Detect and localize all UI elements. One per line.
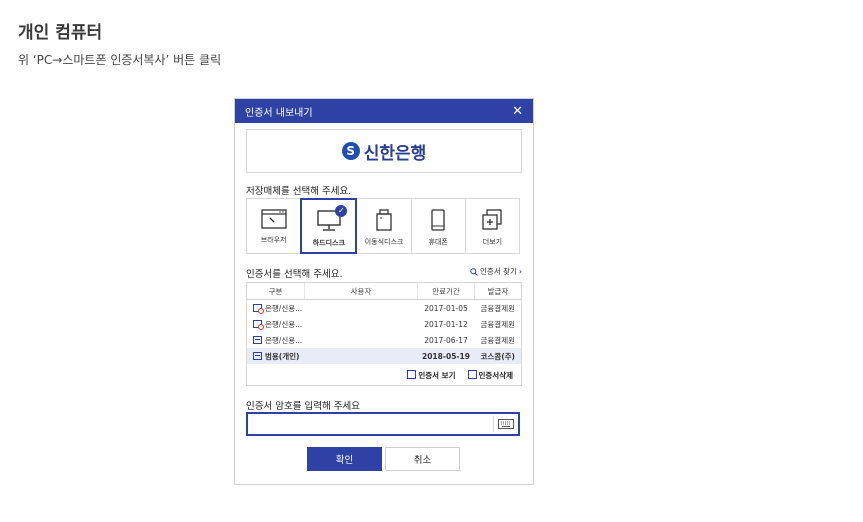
cell-expiry: 2017-06-17 bbox=[424, 335, 468, 345]
cell-issuer: 코스콤(주) bbox=[474, 348, 521, 364]
media-label-removable: 이동식디스크 bbox=[364, 238, 404, 246]
col-header-user: 사용자 bbox=[304, 283, 418, 300]
view-cert-button[interactable]: 인증서 보기 bbox=[407, 370, 456, 381]
view-cert-label: 인증서 보기 bbox=[418, 371, 456, 380]
password-label: 인증서 암호를 입력해 주세요 bbox=[246, 401, 360, 412]
cert-icon bbox=[253, 352, 262, 360]
cert-label: 인증서를 선택해 주세요. bbox=[246, 269, 343, 280]
cert-table: 구분 사용자 만료기간 발급자 은행/신용... 2017-01-05 금융결제… bbox=[246, 282, 522, 386]
col-header-issuer: 발급자 bbox=[474, 283, 521, 300]
password-input[interactable] bbox=[248, 414, 493, 434]
check-icon: ✓ bbox=[335, 205, 348, 217]
table-row[interactable]: 은행/신용... 2017-01-12 금융결제원 bbox=[247, 316, 521, 332]
view-icon bbox=[407, 370, 417, 379]
cell-user bbox=[305, 316, 418, 332]
button-row: 확인 취소 bbox=[307, 447, 460, 471]
bank-name: 신한은행 bbox=[363, 143, 427, 164]
removable-disk-icon bbox=[376, 209, 392, 231]
cell-expiry: 2017-01-12 bbox=[424, 319, 468, 329]
table-row-selected[interactable]: 범용(개인) 2018-05-19 코스콤(주) bbox=[247, 348, 521, 364]
cell-expiry: 2017-01-05 bbox=[424, 303, 468, 313]
media-label-browser: 브라우저 bbox=[260, 236, 287, 244]
media-phone[interactable]: 휴대폰 bbox=[410, 198, 466, 254]
close-icon[interactable]: ✕ bbox=[512, 104, 523, 119]
keyboard-icon[interactable] bbox=[493, 416, 518, 432]
media-label-phone: 휴대폰 bbox=[428, 238, 448, 246]
cell-user bbox=[305, 332, 418, 348]
cell-issuer: 금융결제원 bbox=[480, 303, 516, 313]
phone-icon bbox=[431, 209, 445, 231]
media-more[interactable]: 더보기 bbox=[464, 198, 521, 254]
browser-icon bbox=[260, 209, 287, 229]
col-header-expiry: 만료기간 bbox=[417, 283, 475, 300]
cell-type: 범용(개인) bbox=[265, 351, 300, 361]
page-description: 위 ‘PC→스마트폰 인증서복사’ 버튼 클릭 bbox=[18, 53, 222, 67]
cell-type: 은행/신용... bbox=[265, 303, 303, 313]
cert-export-dialog: 인증서 내보내기 ✕ S 신한은행 저장매체를 선택해 주세요. 브라우저 ✓ bbox=[234, 98, 534, 485]
delete-cert-button[interactable]: 인증서삭제 bbox=[467, 370, 514, 381]
find-cert-label: 인증서 찾기 bbox=[480, 267, 517, 276]
media-hard-disk[interactable]: ✓ 하드디스크 bbox=[300, 198, 358, 254]
media-selector: 브라우저 ✓ 하드디스크 이동식디스크 휴대폰 더보기 bbox=[246, 198, 521, 254]
dialog-title: 인증서 내보내기 bbox=[245, 107, 313, 119]
expired-cert-icon bbox=[253, 320, 264, 330]
media-label-more: 더보기 bbox=[482, 238, 503, 246]
cell-user bbox=[304, 348, 418, 364]
table-row[interactable]: 은행/신용... 2017-06-17 금융결제원 bbox=[247, 332, 521, 348]
cell-user bbox=[305, 300, 418, 317]
cell-type: 은행/신용... bbox=[265, 335, 303, 345]
table-header-row: 구분 사용자 만료기간 발급자 bbox=[247, 283, 521, 300]
shinhan-logo-icon: S bbox=[341, 142, 360, 160]
confirm-button[interactable]: 확인 bbox=[307, 447, 382, 471]
cell-type: 은행/신용... bbox=[265, 319, 303, 329]
media-label-hard-disk: 하드디스크 bbox=[312, 239, 345, 247]
search-icon bbox=[470, 267, 478, 276]
find-cert-link[interactable]: 인증서 찾기 › bbox=[470, 266, 522, 277]
bank-logo: S 신한은행 bbox=[341, 139, 427, 164]
trash-icon bbox=[467, 370, 477, 379]
dialog-header: 인증서 내보내기 ✕ bbox=[235, 99, 533, 123]
expired-cert-icon bbox=[253, 304, 264, 314]
table-row[interactable]: 은행/신용... 2017-01-05 금융결제원 bbox=[247, 300, 521, 317]
media-label: 저장매체를 선택해 주세요. bbox=[246, 186, 352, 197]
media-browser[interactable]: 브라우저 bbox=[246, 198, 302, 254]
chevron-right-icon: › bbox=[518, 267, 522, 276]
col-header-type: 구분 bbox=[247, 283, 305, 300]
bank-logo-box: S 신한은행 bbox=[246, 129, 522, 173]
cert-icon bbox=[253, 336, 262, 344]
cancel-button[interactable]: 취소 bbox=[385, 447, 460, 471]
cell-expiry: 2018-05-19 bbox=[417, 348, 475, 364]
more-icon bbox=[482, 209, 503, 230]
password-field[interactable] bbox=[246, 412, 520, 436]
cell-issuer: 금융결제원 bbox=[480, 335, 516, 345]
delete-cert-label: 인증서삭제 bbox=[478, 371, 514, 380]
cell-issuer: 금융결제원 bbox=[480, 319, 516, 329]
cert-actions: 인증서 보기 인증서삭제 bbox=[407, 370, 513, 381]
page-title: 개인 컴퓨터 bbox=[18, 23, 103, 43]
media-removable-disk[interactable]: 이동식디스크 bbox=[356, 198, 412, 254]
